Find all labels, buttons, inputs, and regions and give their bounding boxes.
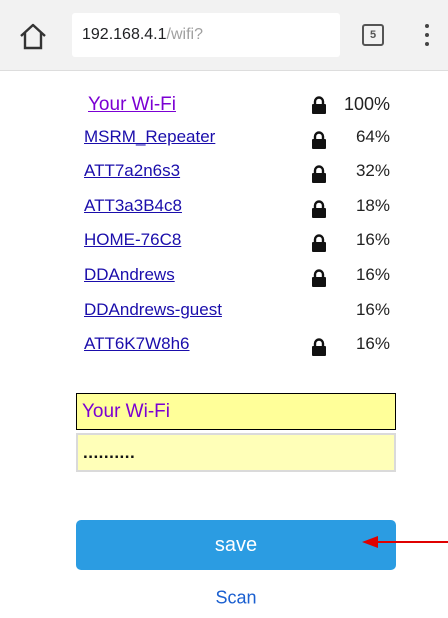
save-button[interactable]: save [76,520,396,570]
address-bar-url: 192.168.4.1/wifi? [82,13,203,57]
browser-toolbar: 192.168.4.1/wifi? 5 [0,0,448,71]
network-signal: 18% [355,195,390,215]
lock-icon [311,130,327,149]
url-host: 192.168.4.1 [82,26,167,43]
network-signal: 100% [343,94,390,114]
network-row[interactable]: MSRM_Repeater 64% [0,123,448,158]
network-signal: 64% [355,126,390,146]
lock-icon [311,200,327,218]
network-ssid-link[interactable]: ATT7a2n6s3 [84,161,180,181]
network-ssid-link[interactable]: DDAndrews [84,265,175,285]
network-ssid-link[interactable]: DDAndrews-guest [84,300,222,320]
home-icon[interactable] [18,21,48,51]
network-signal: 16% [355,334,390,354]
network-row[interactable]: DDAndrews 16% [0,261,448,296]
network-ssid-link[interactable]: HOME-76C8 [84,230,181,250]
tabs-icon[interactable]: 5 [362,24,384,46]
url-path: /wifi? [166,26,203,43]
network-signal: 32% [355,161,390,181]
more-vert-icon[interactable] [420,22,434,48]
scan-link[interactable]: Scan [0,588,448,609]
lock-icon [311,338,327,357]
network-row[interactable]: DDAndrews-guest 16% [0,296,448,331]
network-row[interactable]: ATT6K7W8h6 16% [0,330,448,365]
network-ssid-link[interactable]: MSRM_Repeater [84,127,215,147]
network-list: Your Wi-Fi 100% MSRM_Repeater 64% ATT7a2n6s3… [0,88,448,365]
network-ssid-link[interactable]: ATT6K7W8h6 [84,334,190,354]
network-row[interactable]: ATT3a3B4c8 18% [0,192,448,227]
network-signal: 16% [355,264,390,284]
ssid-input[interactable] [76,393,396,430]
network-ssid-link[interactable]: ATT3a3B4c8 [84,196,182,216]
annotation-arrow [362,536,448,548]
network-signal: 16% [355,230,390,250]
network-ssid-link[interactable]: Your Wi-Fi [88,94,176,116]
network-row[interactable]: HOME-76C8 16% [0,226,448,261]
password-input[interactable] [76,433,396,472]
lock-icon [311,165,327,184]
network-signal: 16% [355,299,390,319]
network-row[interactable]: ATT7a2n6s3 32% [0,157,448,192]
lock-icon [311,269,327,287]
network-row[interactable]: Your Wi-Fi 100% [0,88,448,123]
lock-icon [311,234,327,253]
address-bar[interactable]: 192.168.4.1/wifi? [72,13,340,57]
tab-count: 5 [369,29,377,41]
page: 192.168.4.1/wifi? 5 Your Wi-Fi 100% MSRM_R… [0,0,448,618]
lock-icon [311,96,327,114]
